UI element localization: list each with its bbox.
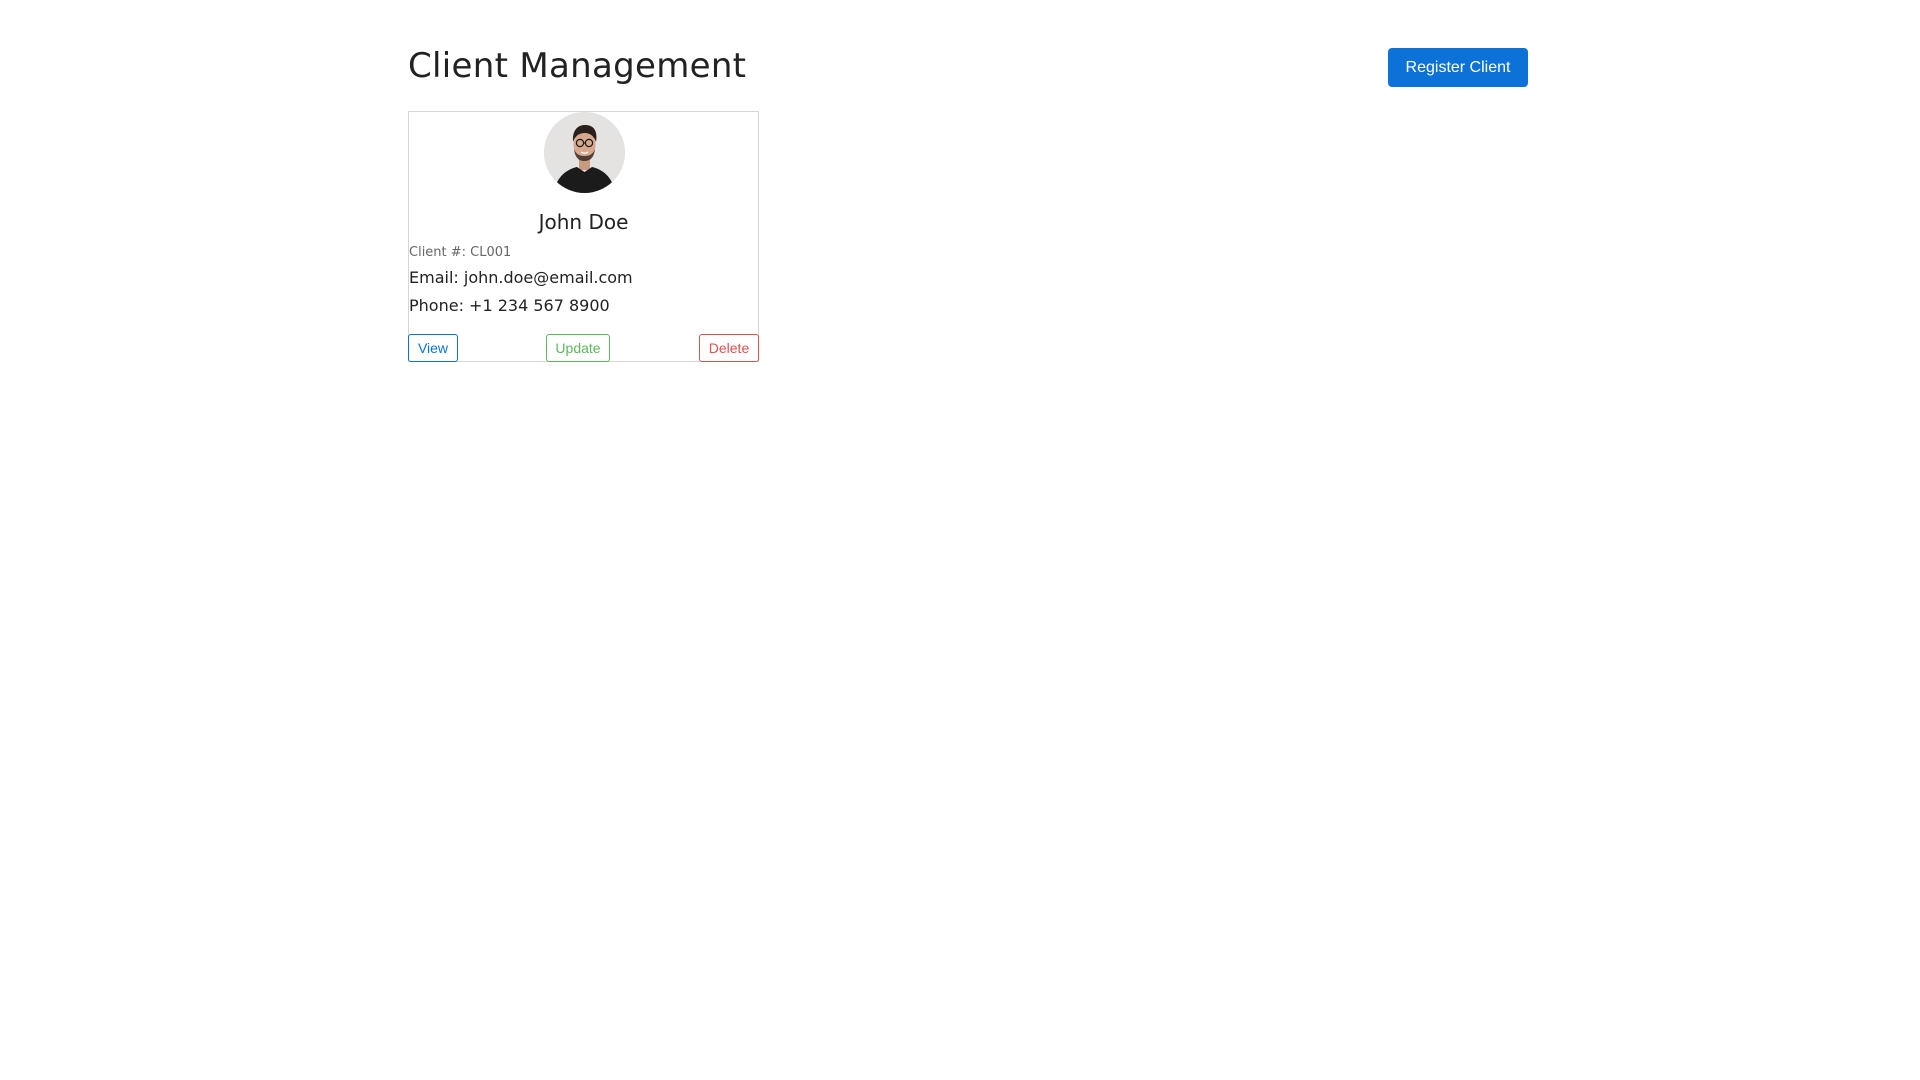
client-email: Email: john.doe@email.com	[409, 268, 633, 287]
page-title: Client Management	[408, 46, 747, 86]
client-phone: Phone: +1 234 567 8900	[409, 296, 610, 315]
register-client-button[interactable]: Register Client	[1388, 48, 1528, 87]
page-header: Client Management Register Client	[408, 0, 1528, 110]
main-container: Client Management Register Client John D…	[408, 0, 1528, 362]
delete-button[interactable]: Delete	[699, 334, 759, 362]
person-avatar-icon	[544, 112, 625, 193]
update-button[interactable]: Update	[546, 334, 610, 362]
client-card: John Doe Client #: CL001 Email: john.doe…	[408, 111, 759, 362]
client-number: Client #: CL001	[409, 245, 512, 260]
avatar	[544, 112, 625, 193]
client-name: John Doe	[538, 210, 629, 234]
view-button[interactable]: View	[408, 334, 458, 362]
